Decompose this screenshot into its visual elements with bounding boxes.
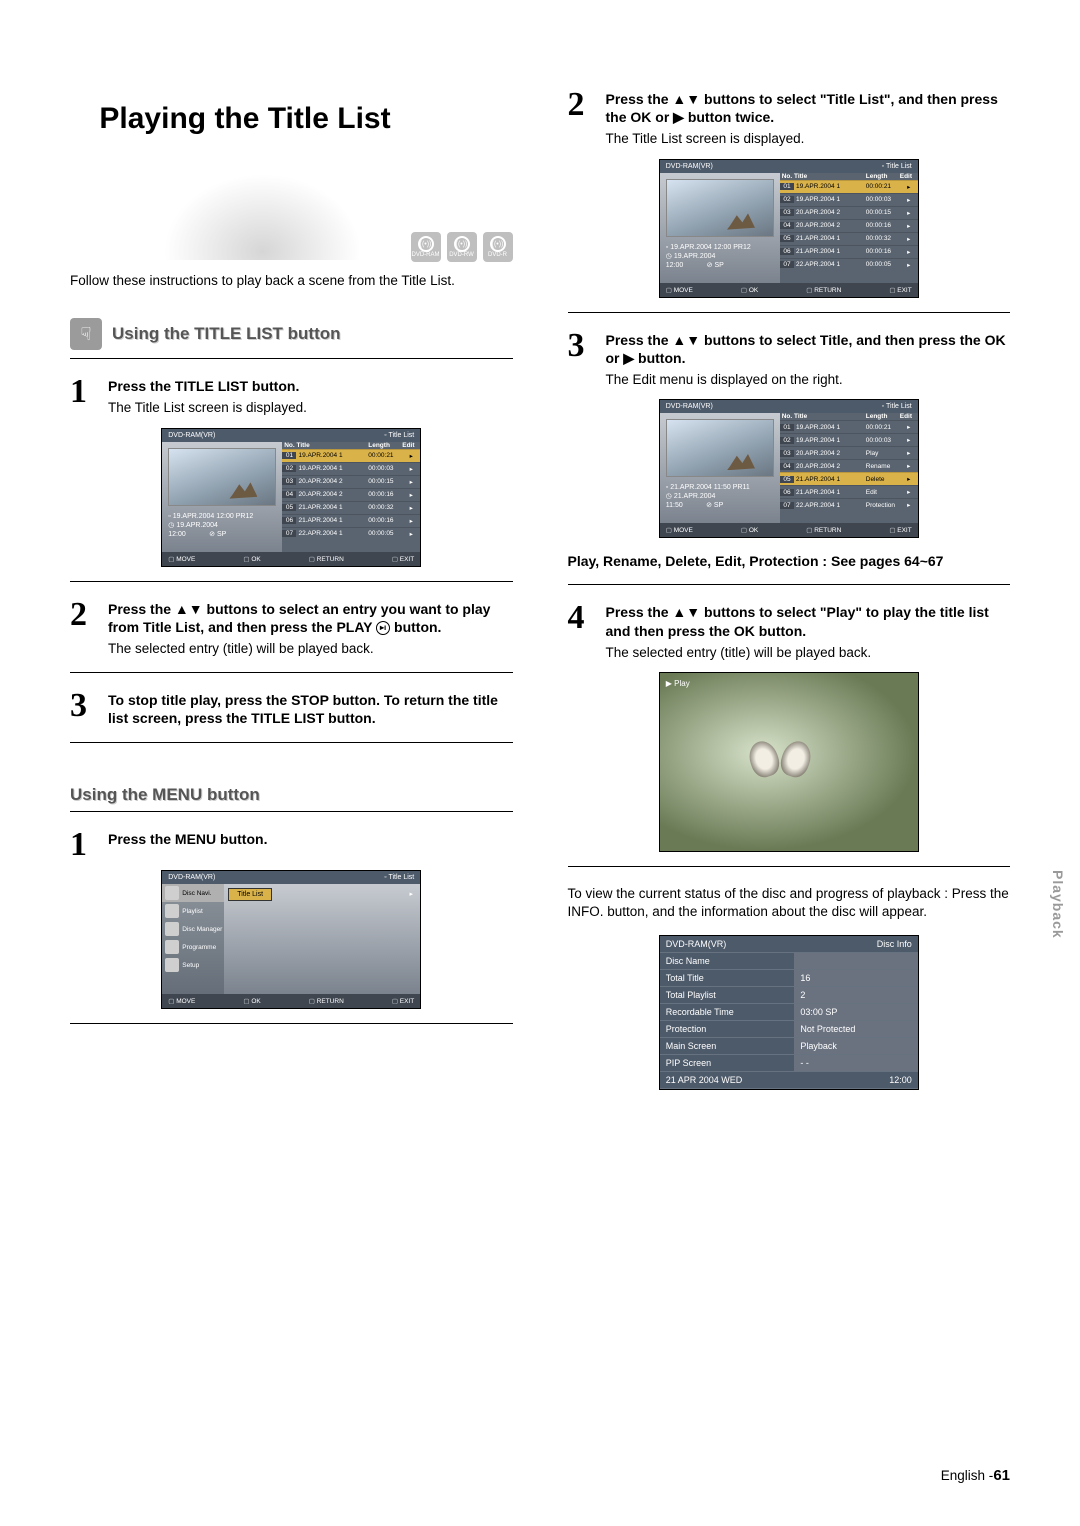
table-row: 0320.APR.2004 2Play▸ [780,446,918,459]
rule [70,581,513,582]
playback-screenshot: ▶ Play [659,672,919,852]
right-step3-bold: Press the ▲▼ buttons to select Title, an… [606,331,1011,367]
info-row: Recordable Time03:00 SP [660,1004,918,1021]
dvd-rw-icon: ((•))DVD-RW [447,232,477,262]
right-step2-bold: Press the ▲▼ buttons to select "Title Li… [606,90,1011,126]
right-step4-reg: The selected entry (title) will be playe… [606,644,1011,662]
submenu-title-list: Title List [228,888,272,901]
play-indicator: ▶ Play [666,679,690,688]
rule [568,584,1011,585]
table-row: 0722.APR.2004 1Protection▸ [780,498,918,511]
right-step4-bold: Press the ▲▼ buttons to select "Play" to… [606,603,1011,639]
step1-bold: Press the TITLE LIST button. [108,377,513,395]
table-row: 0320.APR.2004 200:00:15▸ [780,206,918,219]
hand-icon: ☟ [70,318,102,350]
side-tab-playback: Playback [1050,870,1066,939]
rule [568,866,1011,867]
table-row: 0722.APR.2004 100:00:05▸ [780,258,918,271]
info-button-text: To view the current status of the disc a… [568,885,1011,921]
table-row: 0420.APR.2004 200:00:16▸ [780,219,918,232]
title-list-edit-screenshot: DVD-RAM(VR)◦ Title List ▫ 21.APR.2004 11… [659,399,919,538]
info-row: Disc Name [660,953,918,970]
right-step2-reg: The Title List screen is displayed. [606,130,1011,148]
play-icon: ▸ı [376,621,390,635]
table-row: 0119.APR.2004 100:00:21▸ [780,420,918,433]
info-row: Total Playlist2 [660,987,918,1004]
step1-reg: The Title List screen is displayed. [108,399,513,417]
rule [568,312,1011,313]
step-number: 2 [70,600,98,659]
butterfly-image [750,741,810,785]
preview-thumbnail [666,179,774,237]
rule [70,672,513,673]
table-row: 0521.APR.2004 1Delete▸ [780,472,918,485]
step-number: 1 [70,377,98,417]
table-row: 0621.APR.2004 1Edit▸ [780,485,918,498]
step-number: 3 [568,331,596,390]
page-title: Playing the Title List [99,102,390,136]
info-row: ProtectionNot Protected [660,1021,918,1038]
section2-heading: Using the MENU button [70,785,513,805]
preview-thumbnail [168,448,276,506]
table-row: 0219.APR.2004 100:00:03▸ [780,433,918,446]
menu-item: Setup [162,956,224,974]
table-row: 0119.APR.2004 100:00:21▸ [780,180,918,193]
table-row: 0320.APR.2004 200:00:15▸ [282,475,420,488]
menu-item: Programme [162,938,224,956]
table-row: 0219.APR.2004 100:00:03▸ [282,462,420,475]
rule [70,811,513,812]
rule [70,1023,513,1024]
table-row: 0722.APR.2004 100:00:05▸ [282,527,420,540]
table-row: 0621.APR.2004 100:00:16▸ [780,245,918,258]
info-row: Main ScreenPlayback [660,1038,918,1055]
dvd-r-icon: ((•))DVD-R [483,232,513,262]
menu-screenshot: DVD-RAM(VR)◦ Title List Disc Navi.Playli… [161,870,421,1009]
step-number: 2 [568,90,596,149]
menu-item: Disc Navi. [162,884,224,902]
step-number: 1 [70,830,98,861]
table-row: 0219.APR.2004 100:00:03▸ [780,193,918,206]
disc-info-panel: DVD-RAM(VR)Disc Info Disc NameTotal Titl… [659,935,919,1090]
title-list-screenshot-1: DVD-RAM(VR)◦ Title List ▫ 19.APR.2004 12… [161,428,421,567]
table-row: 0420.APR.2004 200:00:16▸ [282,488,420,501]
preview-thumbnail [666,419,774,477]
page-footer: English -61 [941,1467,1010,1484]
title-box: Playing the Title List [70,90,420,260]
menu-item: Disc Manager [162,920,224,938]
table-row: 0521.APR.2004 100:00:32▸ [282,501,420,514]
cross-reference: Play, Rename, Delete, Edit, Protection :… [568,552,1011,570]
step2-reg: The selected entry (title) will be playe… [108,640,513,658]
menu-item: Playlist [162,902,224,920]
step2-bold: Press the ▲▼ buttons to select an entry … [108,600,513,636]
info-row: PIP Screen- - [660,1055,918,1072]
section1-heading: Using the TITLE LIST button [112,324,341,344]
step3-bold: To stop title play, press the STOP butto… [108,691,513,727]
rule [70,742,513,743]
rule [70,358,513,359]
right-step3-reg: The Edit menu is displayed on the right. [606,371,1011,389]
title-list-screenshot-2: DVD-RAM(VR)◦ Title List ▫ 19.APR.2004 12… [659,159,919,298]
step-number: 3 [70,691,98,727]
info-row: Total Title16 [660,970,918,987]
table-row: 0119.APR.2004 100:00:21▸ [282,449,420,462]
table-row: 0420.APR.2004 2Rename▸ [780,459,918,472]
table-row: 0521.APR.2004 100:00:32▸ [780,232,918,245]
step-number: 4 [568,603,596,662]
table-row: 0621.APR.2004 100:00:16▸ [282,514,420,527]
menu-step1-bold: Press the MENU button. [108,830,513,848]
intro-text: Follow these instructions to play back a… [70,272,513,290]
